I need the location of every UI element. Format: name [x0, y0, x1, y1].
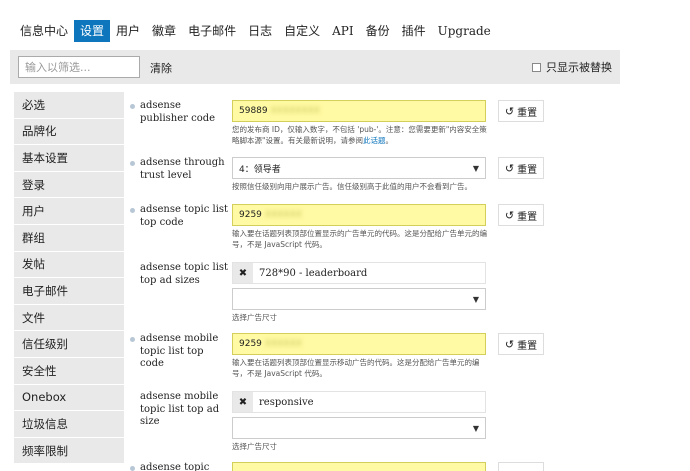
mobile-code-redacted: XXXXXX — [264, 339, 302, 349]
sidebar-item-required[interactable]: 必选 — [14, 92, 124, 119]
overridden-indicator — [130, 161, 135, 166]
selected-size-label: responsive — [259, 396, 314, 408]
undo-icon: ↺ — [504, 337, 515, 351]
tab-customize[interactable]: 自定义 — [278, 20, 326, 42]
trust-level-help: 按照信任级别向用户展示广告。信任级别高于此值的用户不会看到广告。 — [232, 182, 472, 191]
undo-icon: ↺ — [504, 208, 515, 222]
tab-upgrade[interactable]: Upgrade — [432, 20, 497, 42]
settings-filter-bar: 清除 只显示被替换 — [10, 50, 620, 84]
mobile-topic-list-top-code-help: 输入要在话题列表顶部位置显示移动广告的代码。这是分配给广告单元的编号，不是 Ja… — [232, 358, 480, 378]
sidebar-item-files[interactable]: 文件 — [14, 304, 124, 332]
sidebar-item-onebox[interactable]: Onebox — [14, 384, 124, 412]
selected-size-item: ✖ 728*90 - leaderboard — [232, 262, 486, 284]
only-overridden-toggle[interactable]: 只显示被替换 — [532, 59, 612, 75]
reset-button[interactable]: ↺ 重置 — [498, 333, 544, 355]
caret-down-icon: ▼ — [472, 163, 479, 173]
caret-down-icon: ▼ — [472, 423, 479, 433]
sidebar-item-users[interactable]: 用户 — [14, 198, 124, 225]
reset-button[interactable]: ↺ 重置 — [498, 100, 544, 122]
sidebar-item-branding[interactable]: 品牌化 — [14, 118, 124, 146]
tab-badges[interactable]: 徽章 — [146, 20, 182, 42]
overridden-indicator — [130, 104, 135, 109]
trust-level-value: 4：领导者 — [239, 164, 281, 175]
trust-level-select[interactable]: 4：领导者 ▼ — [232, 157, 486, 179]
caret-down-icon: ▼ — [472, 294, 479, 304]
sidebar-item-trust-levels[interactable]: 信任级别 — [14, 331, 124, 358]
tab-dashboard[interactable]: 信息中心 — [14, 20, 74, 42]
tab-logs[interactable]: 日志 — [242, 20, 278, 42]
mobile-code-value: 9259 — [239, 339, 262, 349]
tab-api[interactable]: API — [326, 20, 359, 42]
setting-label: adsense topic list top ad sizes — [140, 262, 229, 286]
remove-icon[interactable]: ✖ — [233, 392, 253, 412]
add-size-select[interactable]: ▼ — [232, 288, 486, 310]
undo-icon: ↺ — [504, 104, 515, 118]
filter-input[interactable] — [18, 56, 140, 78]
undo-icon: ↺ — [504, 161, 515, 175]
only-overridden-label: 只显示被替换 — [546, 61, 612, 74]
selected-size-label: 728*90 - leaderboard — [259, 267, 368, 279]
tab-users[interactable]: 用户 — [110, 20, 146, 42]
sidebar-item-rate-limits[interactable]: 频率限制 — [14, 437, 124, 465]
mobile-topic-list-top-code-input[interactable]: 9259 XXXXXX — [232, 333, 486, 355]
tab-settings[interactable]: 设置 — [74, 20, 111, 42]
setting-label: adsense mobile topic list top ad size — [140, 391, 220, 427]
sidebar-item-basic[interactable]: 基本设置 — [14, 145, 124, 172]
sidebar-item-login[interactable]: 登录 — [14, 171, 124, 199]
topic-link[interactable]: 此话题 — [363, 136, 386, 145]
only-overridden-checkbox[interactable] — [532, 62, 541, 72]
sidebar-item-security[interactable]: 安全性 — [14, 357, 124, 385]
setting-label: adsense mobile topic list top code — [140, 333, 219, 369]
remove-icon[interactable]: ✖ — [233, 263, 253, 283]
setting-label: adsense topic list top code — [140, 204, 229, 228]
reset-button[interactable]: ↺ 重置 — [498, 157, 544, 179]
overridden-indicator — [130, 208, 135, 213]
clear-filter-button[interactable]: 清除 — [150, 60, 172, 76]
sidebar-item-posting[interactable]: 发帖 — [14, 251, 124, 279]
publisher-code-help: 您的发布商 ID，仅输入数字，不包括 'pub-'。注意：您需要更新"内容安全策… — [232, 125, 487, 145]
publisher-code-input[interactable]: 59889 XXXXXXXX — [232, 100, 486, 122]
tab-backups[interactable]: 备份 — [360, 20, 396, 42]
selected-size-item: ✖ responsive — [232, 391, 486, 413]
publisher-code-value: 59889 — [239, 106, 268, 116]
add-size-select[interactable]: ▼ — [232, 417, 486, 439]
reset-button[interactable]: ↺ 重置 — [498, 204, 544, 226]
setting-label: adsense publisher code — [140, 100, 216, 124]
setting-label: adsense topic above — [140, 462, 210, 471]
mobile-topic-list-top-sizes-help: 选择广告尺寸 — [232, 442, 277, 451]
topic-list-top-code-input[interactable]: 9259 XXXXXX — [232, 204, 486, 226]
tab-plugins[interactable]: 插件 — [396, 20, 432, 42]
setting-label: adsense through trust level — [140, 157, 225, 181]
topic-list-top-code-redacted: XXXXXX — [264, 210, 302, 220]
publisher-code-redacted: XXXXXXXX — [270, 106, 320, 116]
sidebar-item-spam[interactable]: 垃圾信息 — [14, 411, 124, 438]
overridden-indicator — [130, 337, 135, 342]
sidebar-item-email[interactable]: 电子邮件 — [14, 278, 124, 305]
sidebar-item-groups[interactable]: 群组 — [14, 224, 124, 252]
topic-above-input[interactable] — [232, 462, 486, 471]
reset-button[interactable] — [498, 462, 544, 471]
overridden-indicator — [130, 466, 135, 471]
tab-email[interactable]: 电子邮件 — [182, 20, 242, 42]
admin-nav: 信息中心 设置 用户 徽章 电子邮件 日志 自定义 API 备份 插件 Upgr… — [14, 20, 497, 42]
topic-list-top-code-value: 9259 — [239, 210, 262, 220]
topic-list-top-sizes-help: 选择广告尺寸 — [232, 313, 277, 322]
settings-category-sidebar: 必选 品牌化 基本设置 登录 用户 群组 发帖 电子邮件 文件 信任级别 安全性… — [14, 92, 124, 465]
topic-list-top-code-help: 输入要在话题列表顶部位置显示的广告单元的代码。这是分配给广告单元的编号，不是 J… — [232, 229, 487, 249]
